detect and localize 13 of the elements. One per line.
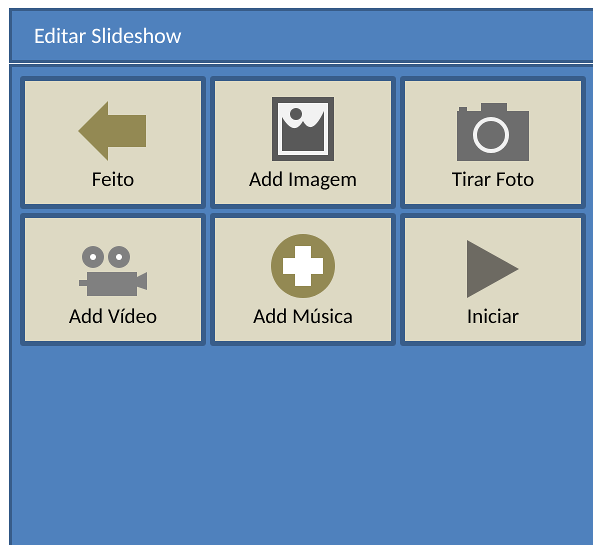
tile-button[interactable]: Add Vídeo [20, 213, 206, 346]
left-arrow-icon [78, 101, 148, 161]
play-icon [467, 240, 519, 298]
window-title: Editar Slideshow [34, 21, 182, 51]
tile-button[interactable]: Add Música [210, 213, 396, 346]
camera-icon [457, 103, 529, 161]
video-camera-icon [79, 246, 147, 298]
plus-icon [271, 234, 335, 298]
tile-button[interactable]: Iniciar [400, 213, 586, 346]
tile-button[interactable]: Tirar Foto [400, 76, 586, 209]
image-icon [272, 97, 334, 161]
tile-button[interactable]: Feito [20, 76, 206, 209]
tile-button[interactable]: Add Imagem [210, 76, 396, 209]
